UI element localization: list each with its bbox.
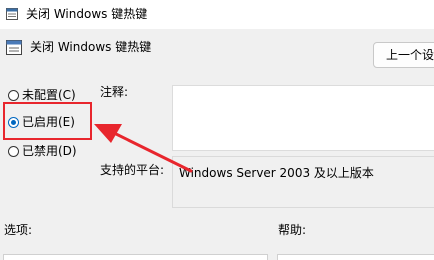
annotation-arrow (94, 124, 193, 173)
